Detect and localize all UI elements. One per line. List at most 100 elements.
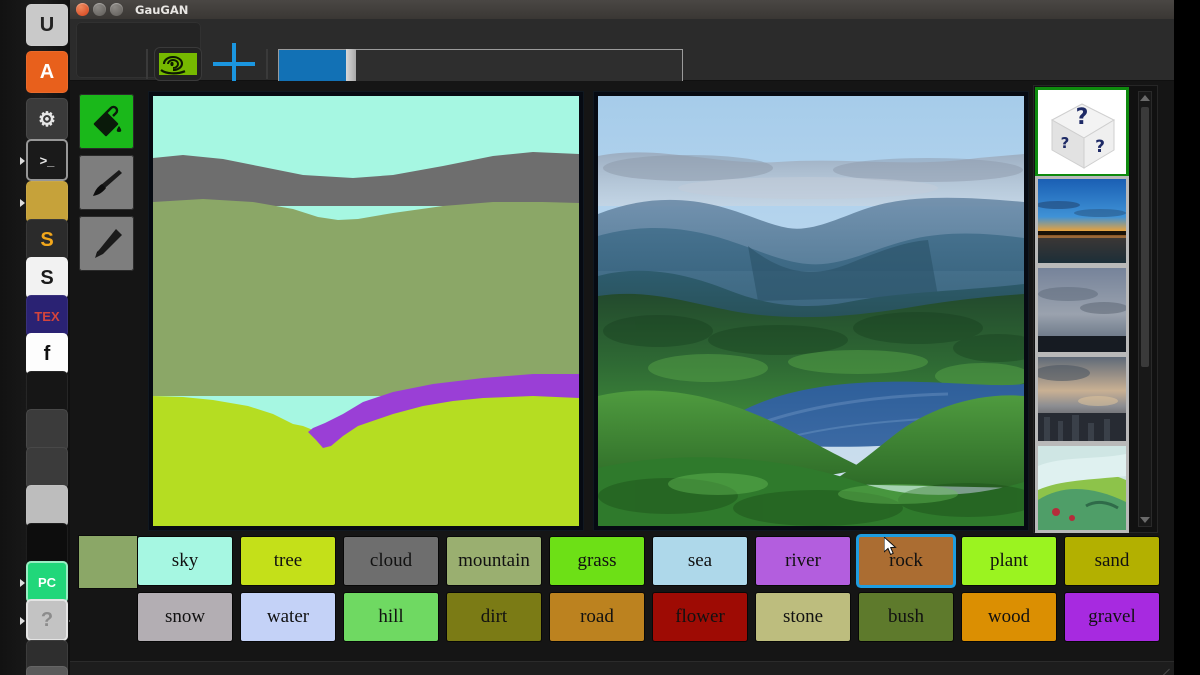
ubuntu-software-icon-glyph: A bbox=[39, 60, 55, 83]
thumbnail-scrollbar[interactable] bbox=[1138, 91, 1152, 527]
label-button-cloud[interactable]: cloud bbox=[344, 537, 438, 585]
generated-image-canvas-frame bbox=[593, 91, 1029, 531]
window-title: GauGAN bbox=[135, 2, 189, 17]
ubuntu-software-icon[interactable]: A bbox=[26, 51, 68, 93]
label-row-1: sky tree cloud mountain grass sea river rock pla… bbox=[138, 537, 1170, 585]
slider-fill bbox=[279, 50, 348, 85]
scroll-up-arrow[interactable] bbox=[1140, 95, 1150, 101]
ubuntu-dash-icon-glyph: U bbox=[39, 13, 55, 36]
label-row-2: snow water hill dirt road flower stone bush wood… bbox=[138, 593, 1170, 641]
fontforge-icon[interactable]: f bbox=[26, 333, 68, 375]
sublime-text-icon-glyph: S bbox=[40, 228, 54, 251]
google-chrome-icon[interactable] bbox=[26, 181, 68, 223]
help-icon-glyph: ? bbox=[40, 608, 54, 631]
sublime-text-icon[interactable]: S bbox=[26, 219, 68, 261]
segmentation-drawing bbox=[153, 96, 579, 526]
label-button-gravel[interactable]: gravel bbox=[1065, 593, 1159, 641]
label-button-grass[interactable]: grass bbox=[550, 537, 644, 585]
label-button-snow[interactable]: snow bbox=[138, 593, 232, 641]
fontforge-icon-glyph: f bbox=[43, 342, 51, 365]
segmentation-canvas[interactable] bbox=[153, 96, 579, 526]
city-sunset-thumbnail bbox=[1038, 357, 1126, 441]
label-button-tree[interactable]: tree bbox=[241, 537, 335, 585]
trash-icon[interactable] bbox=[26, 666, 68, 675]
generated-landscape-image bbox=[598, 96, 1024, 526]
style-thumbnail-green-wave[interactable] bbox=[1038, 446, 1126, 530]
dock-indicator-left-icon bbox=[20, 579, 25, 587]
help-icon[interactable]: ? bbox=[26, 599, 68, 641]
window-titlebar: GauGAN bbox=[70, 0, 1174, 19]
libreoffice-impress-icon[interactable]: S bbox=[26, 257, 68, 299]
tool-palette bbox=[79, 94, 137, 277]
pencil-icon bbox=[94, 228, 122, 258]
gimp-icon[interactable] bbox=[26, 447, 68, 489]
color-picker-icon[interactable] bbox=[26, 371, 68, 413]
minimize-icon[interactable] bbox=[93, 3, 106, 16]
nvidia-logo-button[interactable] bbox=[154, 47, 202, 81]
new-canvas-button[interactable] bbox=[210, 43, 258, 85]
label-palette: sky tree cloud mountain grass sea river rock pla… bbox=[138, 537, 1170, 649]
overcast-sea-thumbnail bbox=[1038, 268, 1126, 352]
workspace-area: ? ? ? sky tree cloud mountain grass sea … bbox=[70, 81, 1174, 661]
label-button-sand[interactable]: sand bbox=[1065, 537, 1159, 585]
label-button-flower[interactable]: flower bbox=[653, 593, 747, 641]
libreoffice-impress-icon-glyph: S bbox=[40, 266, 54, 289]
system-settings-icon-glyph: ⚙ bbox=[38, 108, 56, 131]
pycharm-icon-glyph: PC bbox=[37, 574, 57, 590]
svg-text:?: ? bbox=[1095, 137, 1105, 157]
label-button-water[interactable]: water bbox=[241, 593, 335, 641]
label-button-mountain[interactable]: mountain bbox=[447, 537, 541, 585]
pencil-tool[interactable] bbox=[79, 216, 134, 271]
generated-image-canvas[interactable] bbox=[598, 96, 1024, 526]
current-color-swatch bbox=[79, 536, 137, 588]
gaugan-application-window: GauGAN ? ? ? sky tree cloud mountain gra… bbox=[70, 0, 1174, 675]
label-button-road[interactable]: road bbox=[550, 593, 644, 641]
paintbrush-icon bbox=[92, 169, 122, 196]
label-button-sea[interactable]: sea bbox=[653, 537, 747, 585]
style-thumbnail-sunset-lake[interactable] bbox=[1038, 179, 1126, 263]
dock-indicator-left-icon bbox=[20, 157, 25, 165]
toolbar-separator-right bbox=[266, 49, 268, 79]
label-button-hill[interactable]: hill bbox=[344, 593, 438, 641]
close-icon[interactable] bbox=[76, 3, 89, 16]
top-toolbar bbox=[70, 19, 1174, 88]
texmaker-icon-glyph: TEX bbox=[34, 308, 60, 324]
texmaker-icon[interactable]: TEX bbox=[26, 295, 68, 337]
style-thumbnail-overcast-sea[interactable] bbox=[1038, 268, 1126, 352]
label-button-bush[interactable]: bush bbox=[859, 593, 953, 641]
terminal-icon-glyph: >_ bbox=[39, 152, 55, 168]
bucket-fill-tool[interactable] bbox=[79, 94, 134, 149]
system-settings-icon[interactable]: ⚙ bbox=[26, 98, 68, 140]
label-button-sky[interactable]: sky bbox=[138, 537, 232, 585]
segmentation-canvas-frame bbox=[148, 91, 584, 531]
wolfram-mathematica-icon[interactable] bbox=[26, 523, 68, 565]
ubuntu-dash-icon[interactable]: U bbox=[26, 4, 68, 46]
brush-tool[interactable] bbox=[79, 155, 134, 210]
label-button-river[interactable]: river bbox=[756, 537, 850, 585]
resize-grip[interactable] bbox=[1160, 662, 1172, 674]
label-button-wood[interactable]: wood bbox=[962, 593, 1056, 641]
scrollbar-thumb[interactable] bbox=[1141, 107, 1149, 367]
random-style-thumbnail[interactable]: ? ? ? bbox=[1038, 90, 1126, 174]
terminal-icon[interactable]: >_ bbox=[26, 139, 68, 181]
desktop-screen: U A ⚙ >_ S S TEX f PC? GauGAN ? ? ? sky … bbox=[0, 0, 1200, 675]
maximize-icon[interactable] bbox=[110, 3, 123, 16]
paint-bucket-icon bbox=[93, 105, 121, 136]
green-wave-thumbnail bbox=[1038, 446, 1126, 530]
label-button-stone[interactable]: stone bbox=[756, 593, 850, 641]
sunset-lake-thumbnail bbox=[1038, 179, 1126, 263]
label-button-rock[interactable]: rock bbox=[859, 537, 953, 585]
label-button-dirt[interactable]: dirt bbox=[447, 593, 541, 641]
dock-indicator-left-icon bbox=[20, 617, 25, 625]
scanner-icon[interactable] bbox=[26, 485, 68, 527]
inkscape-icon[interactable] bbox=[26, 409, 68, 451]
toolbar-separator-left bbox=[146, 49, 148, 79]
scroll-down-arrow[interactable] bbox=[1140, 517, 1150, 523]
segment-mountain bbox=[153, 199, 579, 396]
label-button-plant[interactable]: plant bbox=[962, 537, 1056, 585]
dock-indicator-left-icon bbox=[20, 199, 25, 207]
pycharm-icon[interactable]: PC bbox=[26, 561, 68, 603]
ubuntu-launcher-dock: U A ⚙ >_ S S TEX f PC? bbox=[0, 0, 74, 675]
dice-question-icon: ? ? ? bbox=[1038, 90, 1126, 174]
style-thumbnail-city-sunset[interactable] bbox=[1038, 357, 1126, 441]
